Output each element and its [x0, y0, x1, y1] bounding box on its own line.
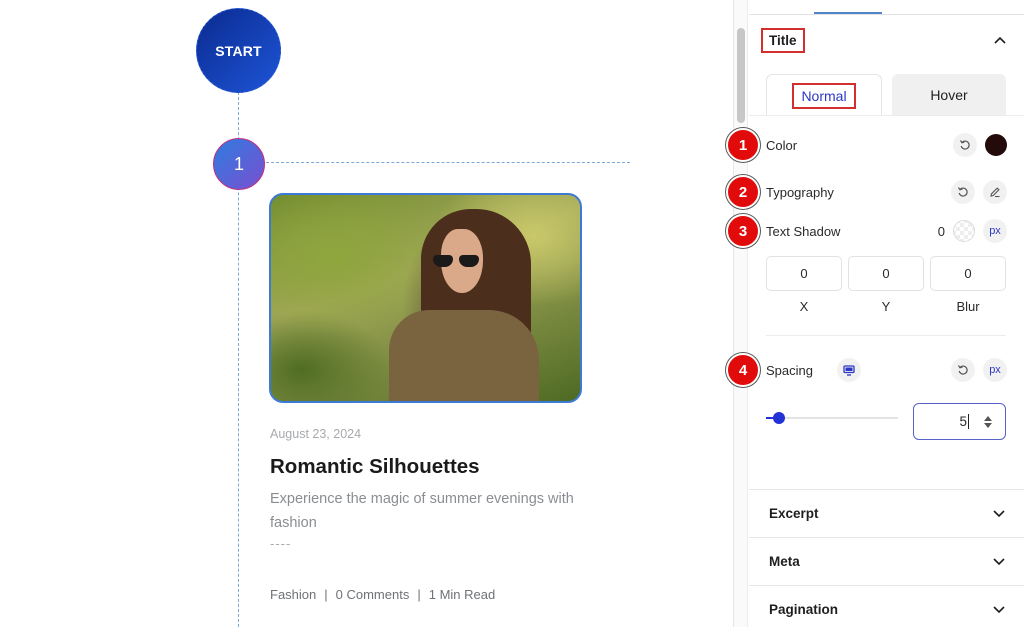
step-number: 1: [233, 153, 244, 174]
annotation-badge-2: 2: [726, 175, 760, 209]
spacing-slider[interactable]: [766, 409, 898, 427]
text-shadow-value: 0: [937, 223, 945, 239]
number-spinner[interactable]: [983, 414, 993, 430]
annotation-badge-3: 3: [726, 214, 760, 248]
post-category[interactable]: Fashion: [270, 587, 316, 602]
shadow-y-input[interactable]: 0: [848, 256, 924, 291]
annotation-badge-4: 4: [726, 353, 760, 387]
spacing-number-input[interactable]: 5: [913, 403, 1006, 440]
decrement-arrow-icon[interactable]: [984, 423, 992, 428]
spacing-control: 4 Spacing px: [726, 353, 1024, 387]
spacing-label: Spacing: [766, 362, 813, 378]
shadow-x-label: X: [799, 299, 809, 314]
shadow-blur-label: Blur: [956, 299, 980, 314]
typography-reset-button[interactable]: [951, 180, 975, 204]
slider-track[interactable]: [766, 417, 898, 419]
typography-label: Typography: [766, 184, 834, 200]
active-tab-indicator: [814, 12, 882, 14]
accordion-excerpt-label: Excerpt: [769, 506, 819, 521]
chevron-down-icon: [993, 605, 1005, 613]
post-excerpt: Experience the magic of summer evenings …: [270, 491, 574, 531]
meta-divider: |: [324, 587, 328, 602]
timeline-start-node[interactable]: START: [196, 8, 281, 93]
typography-control: 2 Typography: [726, 175, 1024, 209]
typography-edit-button[interactable]: [983, 180, 1007, 204]
tab-hover-label: Hover: [930, 87, 968, 103]
text-shadow-label: Text Shadow: [766, 223, 841, 239]
shadow-x-input[interactable]: 0: [766, 256, 842, 291]
accordion-pagination[interactable]: Pagination: [749, 585, 1024, 627]
accordion-pagination-label: Pagination: [769, 602, 839, 617]
meta-divider: |: [417, 587, 421, 602]
accordion-meta-label: Meta: [769, 554, 800, 569]
text-caret: [968, 414, 969, 429]
panel-scrollbar[interactable]: [734, 0, 748, 627]
slider-thumb[interactable]: [773, 412, 785, 424]
scrollbar-thumb[interactable]: [737, 28, 745, 123]
post-read-time: 1 Min Read: [428, 587, 496, 602]
tab-normal[interactable]: Normal: [766, 74, 882, 116]
editor-canvas: START 1 August 23, 2024 Romantic Silhoue…: [0, 0, 733, 627]
post-separator: ----: [270, 536, 292, 551]
annotation-badge-1: 1: [726, 128, 760, 162]
shadow-blur-input[interactable]: 0: [930, 256, 1006, 291]
responsive-device-button[interactable]: [837, 358, 861, 382]
image-subject-body: [389, 310, 539, 401]
chevron-up-icon[interactable]: [993, 33, 1007, 47]
post-comments[interactable]: 0 Comments: [336, 587, 410, 602]
pencil-icon: [990, 187, 1000, 198]
tab-hover[interactable]: Hover: [892, 74, 1006, 116]
state-tabs: Normal Hover: [766, 74, 1006, 116]
color-label: Color: [766, 137, 798, 153]
panel-top-tabs: [749, 0, 1024, 15]
accordion-excerpt[interactable]: Excerpt: [749, 489, 1024, 537]
increment-arrow-icon[interactable]: [984, 416, 992, 421]
post-featured-image[interactable]: [269, 193, 582, 403]
tab-normal-label: Normal: [792, 82, 856, 109]
timeline-step-node[interactable]: 1: [213, 138, 265, 190]
reset-icon: [959, 140, 970, 150]
shadow-y-label: Y: [881, 299, 891, 314]
color-swatch[interactable]: [985, 134, 1007, 156]
shadow-inputs: 0 X 0 Y 0 Blur: [766, 256, 1006, 314]
title-section-header[interactable]: Title: [749, 16, 1024, 64]
desktop-icon: [843, 364, 855, 376]
spacing-reset-button[interactable]: [951, 358, 975, 382]
shadow-color-swatch[interactable]: [953, 220, 975, 242]
spacing-value: 5: [959, 414, 967, 429]
color-control: 1 Color: [726, 128, 1024, 162]
section-divider: [766, 335, 1006, 336]
tabs-divider: [749, 115, 1024, 116]
post-title[interactable]: Romantic Silhouettes: [270, 455, 480, 479]
color-reset-button[interactable]: [953, 133, 977, 157]
chevron-down-icon: [993, 509, 1005, 517]
chevron-down-icon: [993, 557, 1005, 565]
timeline-connector-line: [266, 162, 630, 163]
shadow-unit-button[interactable]: px: [983, 219, 1007, 243]
image-subject-sunglasses: [433, 255, 483, 267]
text-shadow-control: 3 Text Shadow 0 px: [726, 214, 1024, 248]
section-title: Title: [761, 27, 805, 53]
post-date: August 23, 2024: [270, 427, 362, 441]
accordion-meta[interactable]: Meta: [749, 537, 1024, 585]
reset-icon: [957, 365, 968, 375]
post-meta: Fashion | 0 Comments | 1 Min Read: [270, 587, 495, 602]
settings-panel: Title Normal Hover 1 Color 2 Typography …: [726, 0, 1024, 627]
reset-icon: [957, 187, 968, 197]
start-label: START: [215, 42, 262, 59]
spacing-unit-button[interactable]: px: [983, 358, 1007, 382]
